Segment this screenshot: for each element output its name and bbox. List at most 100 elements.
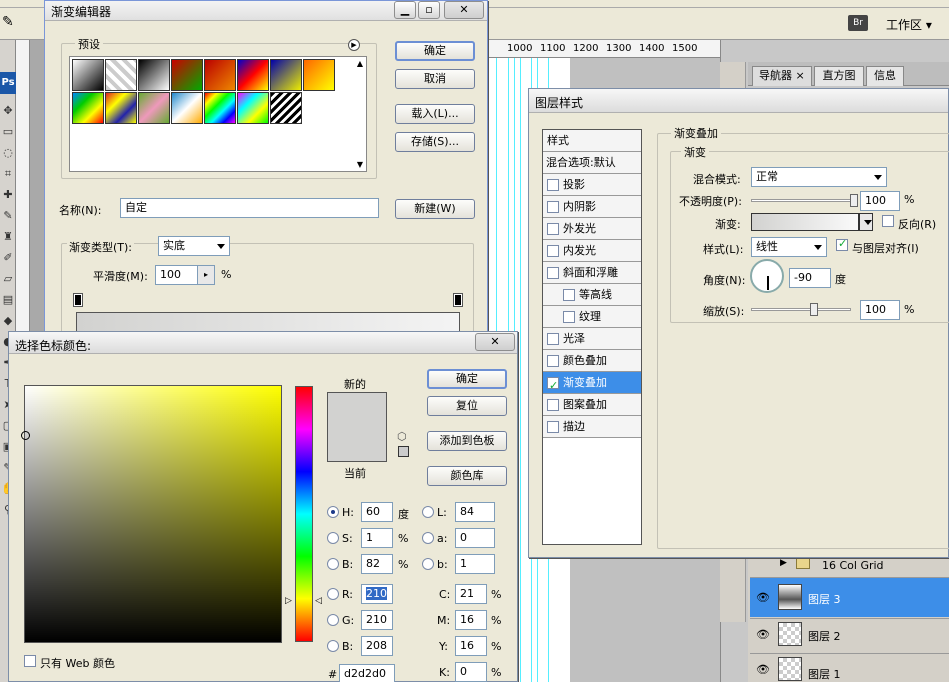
style-item[interactable]: 内阴影 xyxy=(543,196,641,218)
eye-icon[interactable]: 👁 xyxy=(756,628,770,641)
tab-info[interactable]: 信息 xyxy=(866,66,904,86)
l-radio[interactable] xyxy=(422,506,434,518)
smoothness-field[interactable]: 100 xyxy=(155,265,203,285)
eye-icon[interactable]: 👁 xyxy=(756,591,770,604)
style-item[interactable]: 图案叠加 xyxy=(543,394,641,416)
preset-swatch[interactable] xyxy=(270,92,302,124)
hue-slider-right-arrow-icon[interactable]: ◁ xyxy=(315,596,322,606)
preset-swatch[interactable] xyxy=(105,92,137,124)
color-libraries-button[interactable]: 颜色库 xyxy=(427,466,507,486)
style-item-checkbox[interactable] xyxy=(547,333,559,345)
h-field[interactable]: 60 xyxy=(361,502,393,522)
tab-histogram[interactable]: 直方图 xyxy=(814,66,864,86)
style-item-checkbox[interactable] xyxy=(547,179,559,191)
k-field[interactable]: 0 xyxy=(455,662,487,682)
preset-swatch[interactable] xyxy=(72,59,104,91)
add-to-swatches-button[interactable]: 添加到色板 xyxy=(427,431,507,451)
blur-tool-icon[interactable]: ◆ xyxy=(1,310,15,331)
smoothness-stepper[interactable]: ▸ xyxy=(197,265,215,285)
stamp-tool-icon[interactable]: ♜ xyxy=(1,226,15,247)
reverse-checkbox[interactable] xyxy=(882,215,894,227)
layer-style-titlebar[interactable]: 图层样式 xyxy=(529,89,948,113)
preset-swatch[interactable] xyxy=(138,92,170,124)
brush-tool-icon[interactable]: ✎ xyxy=(1,205,15,226)
opacity-stop-right-icon[interactable] xyxy=(453,293,463,307)
c-field[interactable]: 21 xyxy=(455,584,487,604)
preset-swatch[interactable] xyxy=(270,59,302,91)
load-button[interactable]: 载入(L)... xyxy=(395,104,475,124)
g-radio[interactable] xyxy=(327,614,339,626)
gradient-type-select[interactable]: 实底 xyxy=(158,236,230,256)
preset-swatch[interactable] xyxy=(204,59,236,91)
preset-swatch[interactable] xyxy=(204,92,236,124)
style-item[interactable]: 斜面和浮雕 xyxy=(543,262,641,284)
style-item[interactable]: 光泽 xyxy=(543,328,641,350)
layer-row[interactable]: 👁 图层 1 xyxy=(750,653,949,682)
ok-button[interactable]: 确定 xyxy=(427,369,507,389)
preset-swatch[interactable] xyxy=(171,59,203,91)
blue-field[interactable]: 208 xyxy=(361,636,393,656)
move-tool-icon[interactable]: ✥ xyxy=(1,100,15,121)
b-field[interactable]: 82 xyxy=(361,554,393,574)
style-item[interactable]: 渐变叠加 xyxy=(543,372,641,397)
style-item[interactable]: 纹理 xyxy=(543,306,641,328)
style-item[interactable]: 内发光 xyxy=(543,240,641,262)
lasso-tool-icon[interactable]: ◌ xyxy=(1,142,15,163)
h-radio[interactable] xyxy=(327,506,339,518)
layer-row[interactable]: 👁 图层 2 xyxy=(750,618,949,652)
minimize-button[interactable]: ▁ xyxy=(394,1,416,19)
crop-tool-icon[interactable]: ⌗ xyxy=(1,163,15,184)
b-radio[interactable] xyxy=(327,558,339,570)
eyedropper-tool-icon[interactable]: ✎ xyxy=(2,14,14,30)
color-field[interactable] xyxy=(21,385,282,643)
style-item-checkbox[interactable] xyxy=(547,399,559,411)
styles-header[interactable]: 样式 xyxy=(543,130,641,152)
preset-swatch[interactable] xyxy=(138,59,170,91)
scale-slider[interactable] xyxy=(751,303,851,316)
preset-swatch[interactable] xyxy=(105,59,137,91)
hue-slider-left-arrow-icon[interactable]: ▷ xyxy=(285,596,292,606)
r-field[interactable]: 210 xyxy=(361,584,393,604)
style-item[interactable]: 颜色叠加 xyxy=(543,350,641,372)
ok-button[interactable]: 确定 xyxy=(395,41,475,61)
gradient-editor-titlebar[interactable]: 渐变编辑器 ▁ ▫ ✕ xyxy=(45,1,487,21)
hue-slider[interactable] xyxy=(295,386,313,642)
preset-swatch[interactable] xyxy=(72,92,104,124)
style-item-checkbox[interactable] xyxy=(547,375,559,397)
presets-scroll-down-icon[interactable]: ▼ xyxy=(357,160,363,169)
style-item-checkbox[interactable] xyxy=(547,267,559,279)
lab-b-field[interactable]: 1 xyxy=(455,554,495,574)
web-safe-swatch-icon[interactable] xyxy=(398,446,409,457)
blue-radio[interactable] xyxy=(327,640,339,652)
gamut-cube-icon[interactable]: ⬡ xyxy=(397,430,407,443)
preset-swatch[interactable] xyxy=(237,59,269,91)
g-field[interactable]: 210 xyxy=(361,610,393,630)
preset-swatch[interactable] xyxy=(171,92,203,124)
opacity-slider-thumb[interactable] xyxy=(850,194,858,207)
style-item-checkbox[interactable] xyxy=(563,289,575,301)
history-brush-icon[interactable]: ✐ xyxy=(1,247,15,268)
a-field[interactable]: 0 xyxy=(455,528,495,548)
style-item[interactable]: 外发光 xyxy=(543,218,641,240)
style-item-checkbox[interactable] xyxy=(547,223,559,235)
blend-options-item[interactable]: 混合选项:默认 xyxy=(543,152,641,174)
scale-field[interactable]: 100 xyxy=(860,300,900,320)
preset-swatch[interactable] xyxy=(303,59,335,91)
gradient-tool-icon[interactable]: ▤ xyxy=(1,289,15,310)
maximize-button[interactable]: ▫ xyxy=(418,1,440,19)
angle-dial[interactable] xyxy=(750,259,784,293)
color-picker-titlebar[interactable]: 选择色标颜色: ✕ xyxy=(9,332,517,354)
y-field[interactable]: 16 xyxy=(455,636,487,656)
gradient-dropdown[interactable] xyxy=(859,213,873,231)
close-button[interactable]: ✕ xyxy=(444,1,484,19)
gradient-preview[interactable] xyxy=(751,213,859,231)
folder-expand-icon[interactable]: ▶ xyxy=(780,558,787,568)
eye-icon[interactable]: 👁 xyxy=(756,663,770,676)
new-button[interactable]: 新建(W) xyxy=(395,199,475,219)
align-with-layer-checkbox[interactable] xyxy=(836,237,848,251)
lab-b-radio[interactable] xyxy=(422,558,434,570)
reset-button[interactable]: 复位 xyxy=(427,396,507,416)
opacity-field[interactable]: 100 xyxy=(860,191,900,211)
style-item-checkbox[interactable] xyxy=(547,421,559,433)
r-radio[interactable] xyxy=(327,588,339,600)
